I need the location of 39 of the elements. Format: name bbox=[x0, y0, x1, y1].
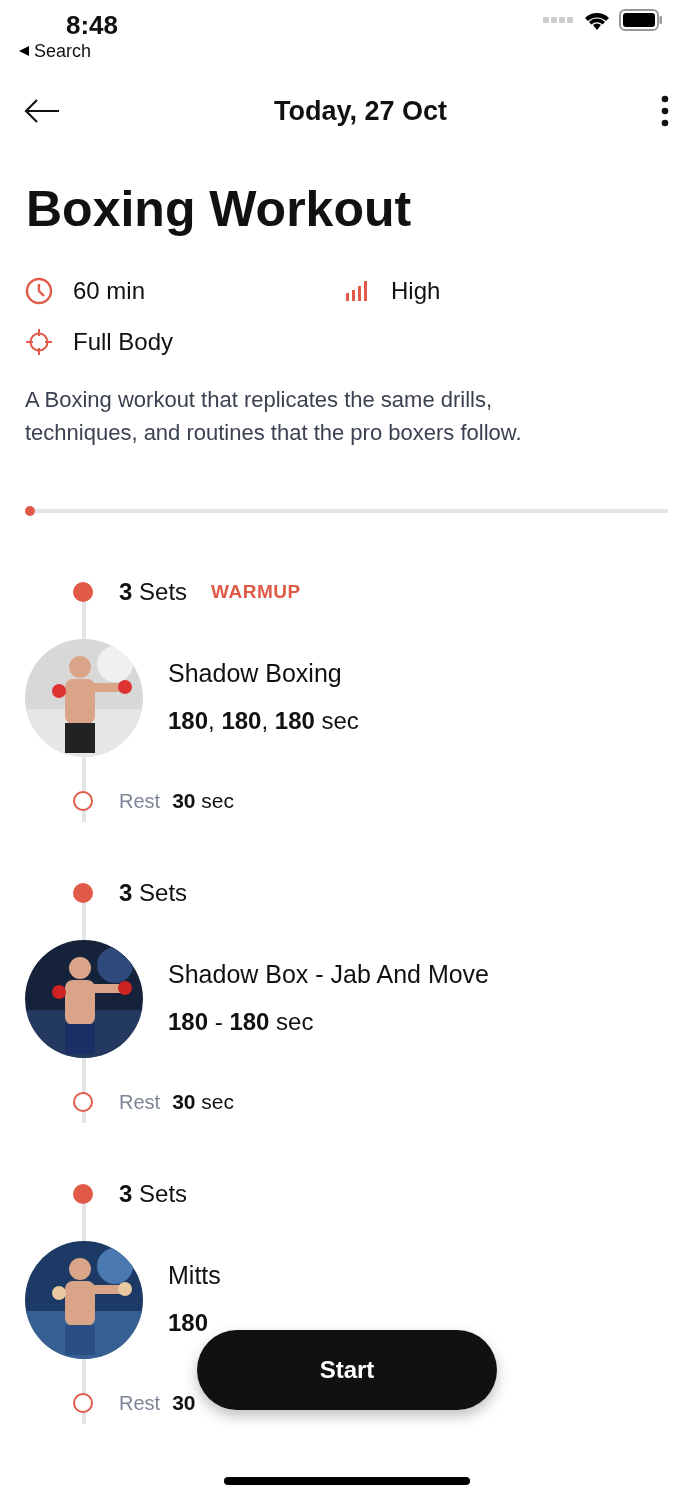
rest-ring bbox=[73, 1393, 93, 1413]
clock-icon bbox=[25, 277, 53, 304]
workout-description: A Boxing workout that replicates the same drills, techniques, and routines that the pro boxers follow. bbox=[25, 386, 523, 447]
status-time: 8:48 bbox=[66, 10, 119, 40]
timeline-dot bbox=[73, 1184, 93, 1204]
timeline-dot bbox=[73, 582, 93, 602]
rest-duration: 30 sec bbox=[172, 788, 234, 815]
back-arrow-icon[interactable] bbox=[24, 98, 60, 124]
exercise-name[interactable]: Mitts bbox=[168, 1259, 221, 1291]
rest-label: Rest bbox=[119, 789, 161, 814]
sets-label: 3 Sets bbox=[119, 577, 188, 607]
workout-title: Boxing Workout bbox=[26, 180, 413, 239]
header-title: Today, 27 Oct bbox=[273, 94, 448, 128]
rest-ring bbox=[73, 791, 93, 811]
signal-icon bbox=[543, 16, 575, 24]
timeline-dot bbox=[73, 883, 93, 903]
sets-label: 3 Sets bbox=[119, 1179, 188, 1209]
target-label: Full Body bbox=[73, 326, 174, 357]
more-menu-icon[interactable] bbox=[661, 95, 669, 127]
battery-icon bbox=[619, 9, 663, 31]
duration-label: 60 min bbox=[73, 275, 146, 306]
intensity-label: High bbox=[391, 275, 441, 306]
back-triangle-icon[interactable] bbox=[18, 45, 30, 57]
intensity-bars-icon bbox=[346, 280, 367, 301]
warmup-tag: WARMUP bbox=[211, 577, 301, 607]
rest-duration: 30 bbox=[172, 1390, 196, 1417]
exercise-duration: 180, 180, 180 sec bbox=[168, 706, 359, 736]
exercise-duration: 180 - 180 sec bbox=[168, 1007, 315, 1037]
exercise-name[interactable]: Shadow Box - Jab And Move bbox=[168, 958, 490, 990]
rest-label: Rest bbox=[119, 1090, 161, 1115]
exercise-name[interactable]: Shadow Boxing bbox=[168, 657, 359, 689]
back-link[interactable]: Search bbox=[34, 40, 92, 62]
rest-label: Rest bbox=[119, 1391, 161, 1416]
sets-label: 3 Sets bbox=[119, 878, 188, 908]
crosshair-icon bbox=[25, 327, 53, 356]
start-button[interactable]: Start bbox=[197, 1330, 497, 1410]
rest-duration: 30 sec bbox=[172, 1089, 234, 1116]
rest-ring bbox=[73, 1092, 93, 1112]
progress-thumb[interactable] bbox=[25, 506, 35, 516]
